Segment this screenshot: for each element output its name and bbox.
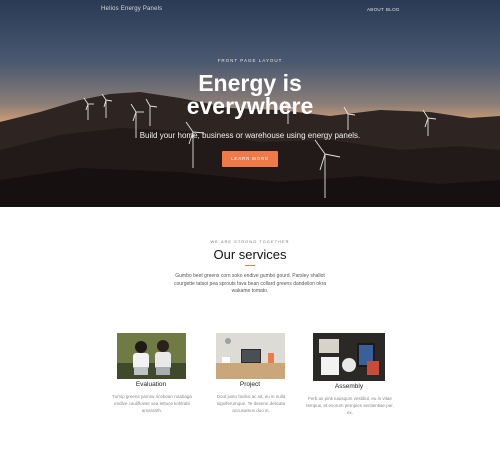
laptops-photo bbox=[117, 333, 186, 379]
title-underline-divider bbox=[245, 265, 255, 266]
assembly-image bbox=[313, 333, 385, 381]
hero-title-line-1: Energy is bbox=[198, 70, 302, 96]
hero-title: Energy is everywhere bbox=[0, 72, 500, 118]
card-title-project: Project bbox=[239, 381, 261, 388]
card-text-assembly: Ferb as pink tuiusqum vestibul, eu in vi… bbox=[306, 396, 394, 415]
brand-logo-text[interactable]: Helios Energy Panels bbox=[101, 6, 162, 12]
hero-subtitle: Build your home, business or warehouse u… bbox=[139, 131, 361, 140]
card-title-evaluation: Evaluation bbox=[135, 381, 167, 388]
desk-photo bbox=[216, 333, 285, 379]
tablets-photo bbox=[313, 333, 385, 381]
nav-link-about[interactable]: ABOUT bbox=[367, 7, 384, 12]
hero-title-line-2: everywhere bbox=[186, 93, 314, 119]
evaluation-image bbox=[117, 333, 186, 379]
top-navbar: Helios Energy Panels ABOUT BLOG bbox=[0, 0, 500, 22]
hero-eyebrow: FRONT PAGE LAYOUT bbox=[217, 58, 283, 63]
card-text-project: Dout justo facilisi ac sit, eu in nulla … bbox=[216, 394, 286, 413]
services-title: Our services bbox=[213, 247, 287, 262]
learn-more-button[interactable]: LEARN MORE bbox=[222, 151, 278, 167]
nav-link-blog[interactable]: BLOG bbox=[386, 7, 400, 12]
card-title-assembly: Assembly bbox=[334, 383, 364, 390]
services-description: Gumbo beet greens corn soko endive gumbo… bbox=[173, 273, 327, 294]
services-kicker: WE ARE STRONG TOGETHER bbox=[210, 239, 290, 244]
hero-section: Helios Energy Panels ABOUT BLOG FRONT PA… bbox=[0, 0, 500, 207]
project-image bbox=[216, 333, 285, 379]
card-text-evaluation: Turnip greens yarrow ricebean rutabaga e… bbox=[112, 394, 192, 413]
